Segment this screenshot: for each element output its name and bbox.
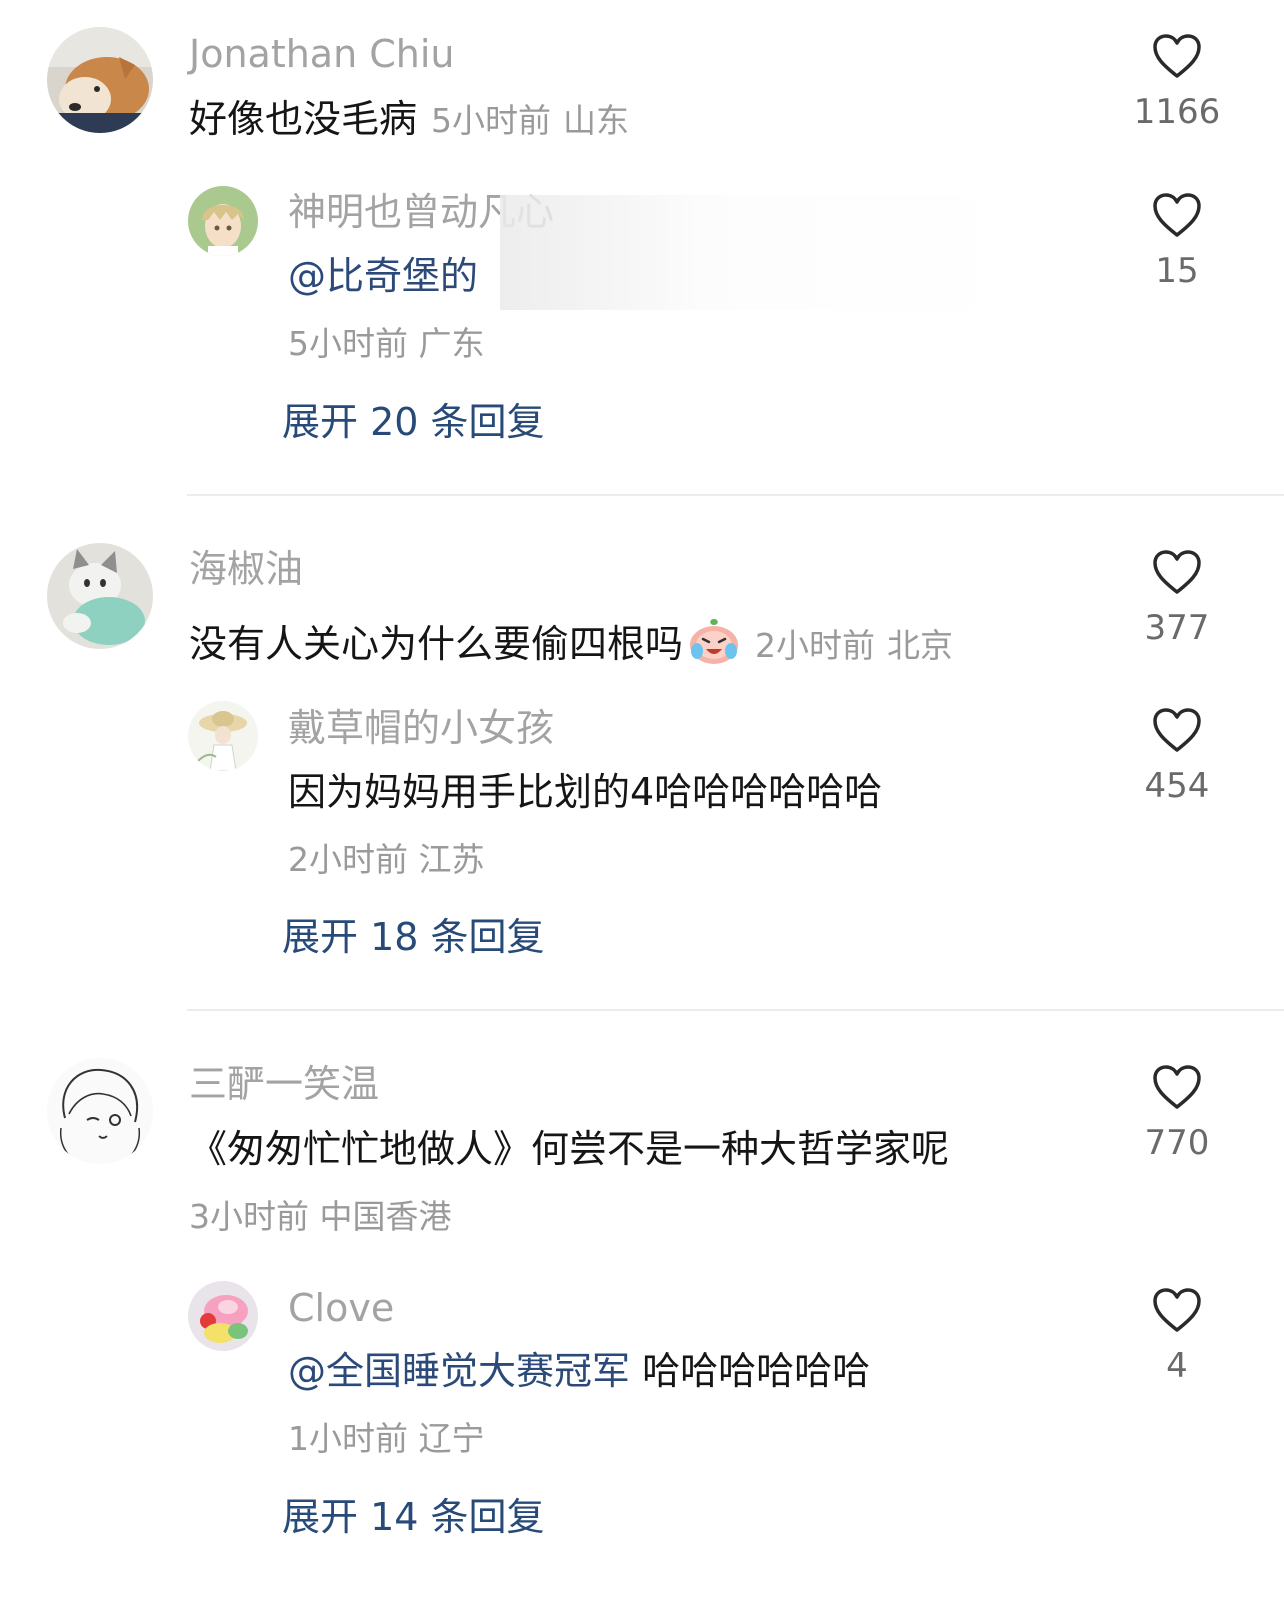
reply-time: 2小时前 [288,840,408,879]
strawberry-cake-avatar [188,1281,258,1351]
like-button[interactable]: 1166 [1127,33,1227,129]
reply-text: 因为妈妈用手比划的4哈哈哈哈哈哈 [288,770,883,814]
reply-meta: 1小时前 辽宁 [288,1422,485,1455]
comment-body: 好像也没毛病 [189,97,418,141]
comment-time: 2小时前 [755,626,876,665]
avatar[interactable] [47,1058,153,1164]
like-count: 15 [1155,251,1199,291]
reply-meta: 2小时前 江苏 [288,843,485,876]
avatar[interactable] [47,27,153,133]
reply-author[interactable]: 戴草帽的小女孩 [288,709,554,747]
shiba-dog-avatar [47,27,153,133]
reply-avatar[interactable] [188,186,258,256]
expand-replies-button[interactable]: 展开 18 条回复 [282,918,545,956]
comment-text: 没有人关心为什么要偷四根吗 2小时前 北京 [189,615,953,671]
reply-location: 辽宁 [418,1419,485,1458]
reply-location: 广东 [418,324,485,363]
straw-hat-girl-avatar [188,701,258,771]
heart-icon [1153,1065,1201,1109]
reply-mention[interactable]: @全国睡觉大赛冠军 [288,1349,630,1393]
like-button[interactable]: 770 [1127,1064,1227,1160]
reply-location: 江苏 [418,840,485,879]
divider [187,494,1284,496]
heart-icon [1153,708,1201,752]
reply-meta: 5小时前 广东 [288,327,485,360]
blurred-region [500,195,1020,310]
like-count: 377 [1144,608,1210,648]
reply-text: @全国睡觉大赛冠军 哈哈哈哈哈哈 [288,1352,870,1390]
comment-author[interactable]: 海椒油 [189,550,303,588]
heart-icon [1153,1288,1201,1332]
reply-like-button[interactable]: 454 [1127,707,1227,803]
divider [187,1009,1284,1011]
comment-author[interactable]: 三酽一笑温 [189,1065,379,1103]
expand-replies-button[interactable]: 展开 14 条回复 [282,1498,545,1536]
comment-meta: 3小时前 中国香港 [189,1200,452,1233]
avatar[interactable] [47,543,153,649]
like-button[interactable]: 377 [1127,549,1227,645]
like-count: 1166 [1133,92,1221,132]
reply-time: 1小时前 [288,1419,408,1458]
comment-time: 3小时前 [189,1197,309,1236]
comment-body: 没有人关心为什么要偷四根吗 [189,622,684,666]
reply-author[interactable]: Clove [288,1289,394,1327]
comment-text: 好像也没毛病 5小时前 山东 [189,100,629,138]
comment-time: 5小时前 [431,101,552,140]
expand-replies-button[interactable]: 展开 20 条回复 [282,403,545,441]
reply-like-button[interactable]: 4 [1127,1287,1227,1383]
comment-author[interactable]: Jonathan Chiu [189,35,455,73]
cat-avatar [47,543,153,649]
like-count: 770 [1144,1123,1210,1163]
comment-location: 山东 [563,101,630,140]
heart-icon [1153,34,1201,78]
comment-location: 北京 [887,626,954,665]
sketch-girl-avatar [47,1058,153,1164]
reply-body: 哈哈哈哈哈哈 [642,1349,871,1393]
reply-like-button[interactable]: 15 [1127,192,1227,288]
reply-mention[interactable]: @比奇堡的 [288,257,478,295]
anime-boy-avatar [188,186,258,256]
crying-laughing-peach-emoji [687,615,741,671]
heart-icon [1153,550,1201,594]
heart-icon [1153,193,1201,237]
like-count: 4 [1166,1346,1188,1386]
reply-avatar[interactable] [188,1281,258,1351]
reply-avatar[interactable] [188,701,258,771]
reply-time: 5小时前 [288,324,408,363]
comment-location: 中国香港 [319,1197,452,1236]
like-count: 454 [1144,766,1210,806]
comment-body: 《匆匆忙忙地做人》何尝不是一种大哲学家呢 [189,1127,950,1171]
